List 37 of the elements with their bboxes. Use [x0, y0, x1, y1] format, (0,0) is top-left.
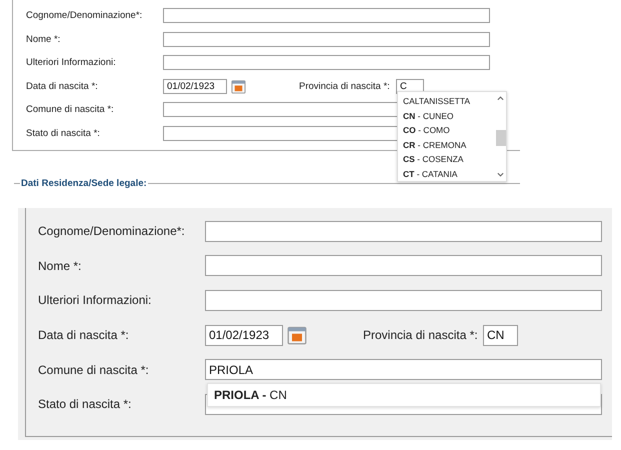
suggestion-item[interactable]: CN - CUNEO: [398, 108, 495, 123]
field-label: Ulteriori Informazioni:: [25, 57, 117, 68]
field-label: Data di nascita *:: [37, 328, 130, 342]
scrollbar-thumb[interactable]: [496, 130, 506, 146]
field-label: Data di nascita *:: [25, 80, 99, 92]
field-label: Provincia di nascita *:: [299, 80, 391, 92]
section-title: Dati Residenza/Sede legale:: [20, 178, 148, 189]
suggestion-item[interactable]: PRIOLA - CN: [208, 384, 600, 406]
calendar-icon[interactable]: [231, 78, 246, 94]
input-field[interactable]: [205, 220, 602, 242]
calendar-icon[interactable]: [287, 325, 307, 346]
date-field[interactable]: 01/02/1923: [205, 324, 283, 346]
field-label: Cognome/Denominazione*:: [37, 224, 186, 238]
input-field[interactable]: CN: [483, 324, 518, 346]
input-field[interactable]: [205, 290, 602, 311]
field-label: Stato di nascita *:: [37, 397, 132, 412]
field-label: Nome *:: [37, 258, 82, 273]
date-field[interactable]: 01/02/1923: [163, 78, 227, 94]
suggestion-item[interactable]: CALTANISSETTA: [398, 94, 495, 108]
suggestion-item[interactable]: CR - CREMONA: [398, 138, 495, 152]
field-label: Comune di nascita *:: [25, 104, 115, 116]
input-field[interactable]: [163, 32, 490, 47]
scroll-up-icon[interactable]: [497, 95, 504, 101]
field-label: Comune di nascita *:: [37, 362, 150, 377]
input-field[interactable]: PRIOLA: [205, 359, 602, 380]
field-label: Nome *:: [25, 34, 62, 45]
input-field[interactable]: [205, 255, 602, 276]
suggestion-item[interactable]: CS - COSENZA: [398, 152, 495, 166]
suggestion-item[interactable]: CO - COMO: [398, 123, 495, 138]
input-field[interactable]: [163, 55, 490, 70]
field-label: Provincia di nascita *:: [363, 328, 479, 342]
suggestion-item[interactable]: CT - CATANIA: [398, 166, 495, 181]
field-label: Cognome/Denominazione*:: [25, 10, 144, 22]
input-field[interactable]: [163, 8, 490, 24]
field-label: Ulteriori Informazioni:: [37, 293, 152, 308]
scroll-down-icon[interactable]: [497, 172, 504, 178]
field-label: Stato di nascita *:: [25, 128, 101, 139]
